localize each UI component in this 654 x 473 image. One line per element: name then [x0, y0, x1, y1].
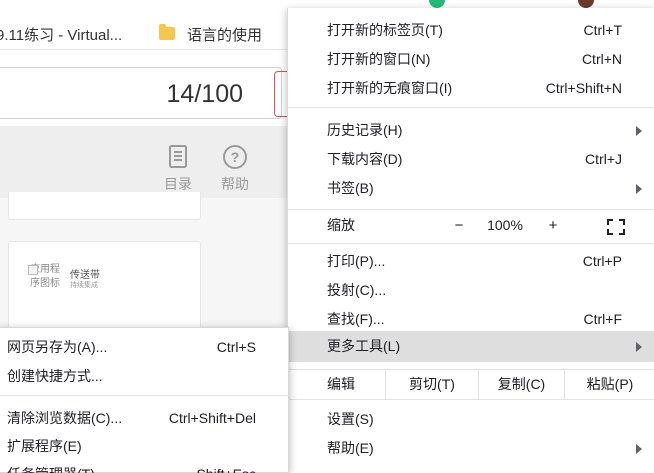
- menu-item-label: 查找(F)...: [327, 311, 385, 327]
- submenu-create-shortcut[interactable]: 创建快捷方式...: [0, 362, 288, 390]
- menu-item-label: 清除浏览数据(C)...: [7, 410, 123, 426]
- menu-item-label: 任务管理器(T): [7, 460, 95, 473]
- menu-more-tools[interactable]: 更多工具(L): [288, 331, 654, 362]
- bookmark-folder-label[interactable]: 语言的使用: [187, 24, 262, 45]
- menu-cast[interactable]: 投射(C)...: [288, 276, 654, 305]
- question-counter: 14/100: [166, 80, 243, 108]
- menu-shortcut: Ctrl+T: [583, 22, 623, 38]
- menu-find[interactable]: 查找(F)... Ctrl+F: [288, 305, 654, 334]
- menu-shortcut: Ctrl+J: [585, 151, 622, 167]
- chevron-right-icon: [636, 184, 642, 194]
- menu-item-label: 打开新的无痕窗口(I): [327, 80, 453, 96]
- cut-button[interactable]: 剪切(T): [385, 369, 478, 399]
- folder-icon: [159, 24, 175, 40]
- app-title: 传送带: [70, 270, 100, 281]
- app-subtitle: 持续集成: [70, 282, 98, 289]
- menu-help[interactable]: 帮助(E): [288, 434, 654, 463]
- menu-item-label: 扩展程序(E): [7, 438, 82, 454]
- fullscreen-icon[interactable]: [607, 219, 625, 235]
- chevron-right-icon: [636, 444, 642, 454]
- app-image-placeholder: 应用程序图标: [28, 263, 64, 291]
- menu-new-window[interactable]: 打开新的窗口(N) Ctrl+N: [288, 45, 654, 74]
- toolbar-help-label: 帮助: [221, 176, 249, 192]
- toolbar-help[interactable]: ? 帮助: [219, 144, 251, 194]
- menu-shortcut: Ctrl+Shift+Del: [168, 410, 256, 426]
- menu-shortcut: Ctrl+P: [582, 253, 622, 269]
- question-circle-icon: ?: [223, 145, 247, 169]
- menu-divider: [288, 107, 654, 108]
- menu-item-label: 下载内容(D): [327, 151, 403, 167]
- menu-print[interactable]: 打印(P)... Ctrl+P: [288, 247, 654, 276]
- submenu-save-page[interactable]: 网页另存为(A)... Ctrl+S: [0, 333, 288, 361]
- menu-item-label: 更多工具(L): [327, 338, 401, 354]
- menu-item-label: 打开新的标签页(T): [327, 22, 443, 38]
- card: [8, 192, 201, 220]
- copy-button[interactable]: 复制(C): [478, 369, 564, 399]
- menu-item-label: 帮助(E): [327, 440, 374, 456]
- menu-divider: [288, 243, 654, 244]
- submenu-task-manager[interactable]: 任务管理器(T) Shift+Esc: [0, 460, 288, 473]
- zoom-value: 100%: [487, 217, 523, 233]
- menu-divider: [288, 209, 654, 210]
- paste-button[interactable]: 粘贴(P): [564, 369, 654, 399]
- menu-shortcut: Ctrl+S: [216, 339, 256, 355]
- menu-bookmarks[interactable]: 书签(B): [288, 174, 654, 203]
- menu-settings[interactable]: 设置(S): [288, 405, 654, 434]
- chevron-right-icon: [636, 126, 642, 136]
- zoom-out-button[interactable]: −: [444, 211, 474, 240]
- menu-shortcut: Ctrl+Shift+N: [545, 80, 622, 96]
- menu-edit: 编辑 剪切(T) 复制(C) 粘贴(P): [288, 369, 654, 399]
- menu-item-label: 缩放: [327, 217, 355, 233]
- menu-item-label: 创建快捷方式...: [7, 368, 103, 384]
- app-card[interactable]: 应用程序图标 传送带 持续集成: [8, 241, 201, 331]
- menu-history[interactable]: 历史记录(H): [288, 116, 654, 145]
- document-list-icon: [169, 145, 187, 168]
- menu-item-label: 编辑: [327, 376, 355, 392]
- submenu-clear-data[interactable]: 清除浏览数据(C)... Ctrl+Shift+Del: [0, 404, 288, 432]
- zoom-in-button[interactable]: +: [538, 211, 568, 240]
- menu-shortcut: Shift+Esc: [196, 460, 256, 473]
- menu-new-tab[interactable]: 打开新的标签页(T) Ctrl+T: [288, 16, 654, 45]
- browser-main-menu: 打开新的标签页(T) Ctrl+T 打开新的窗口(N) Ctrl+N 打开新的无…: [287, 8, 654, 473]
- chevron-right-icon: [636, 342, 642, 352]
- menu-incognito[interactable]: 打开新的无痕窗口(I) Ctrl+Shift+N: [288, 74, 654, 103]
- menu-zoom: 缩放 − 100% +: [288, 211, 654, 240]
- menu-item-label: 打开新的窗口(N): [327, 51, 431, 67]
- menu-item-label: 网页另存为(A)...: [7, 339, 108, 355]
- toolbar-catalog-label: 目录: [164, 176, 192, 192]
- menu-divider: [288, 399, 654, 400]
- more-tools-submenu: 网页另存为(A)... Ctrl+S 创建快捷方式... 清除浏览数据(C)..…: [0, 327, 289, 473]
- menu-item-label: 历史记录(H): [327, 122, 403, 138]
- page-toolbar: 目录 ? 帮助: [0, 126, 300, 198]
- menu-item-label: 打印(P)...: [327, 253, 386, 269]
- svg-text:?: ?: [231, 149, 240, 165]
- bookmark-item-tab[interactable]: 9.11练习 - Virtual...: [0, 24, 122, 45]
- menu-downloads[interactable]: 下载内容(D) Ctrl+J: [288, 145, 654, 174]
- menu-divider: [0, 395, 288, 396]
- menu-item-label: 设置(S): [327, 411, 374, 427]
- menu-shortcut: Ctrl+N: [581, 51, 622, 67]
- toolbar-catalog[interactable]: 目录: [162, 144, 194, 194]
- submenu-extensions[interactable]: 扩展程序(E): [0, 432, 288, 460]
- menu-item-label: 投射(C)...: [327, 282, 387, 298]
- menu-item-label: 书签(B): [327, 180, 374, 196]
- menu-shortcut: Ctrl+F: [583, 311, 623, 327]
